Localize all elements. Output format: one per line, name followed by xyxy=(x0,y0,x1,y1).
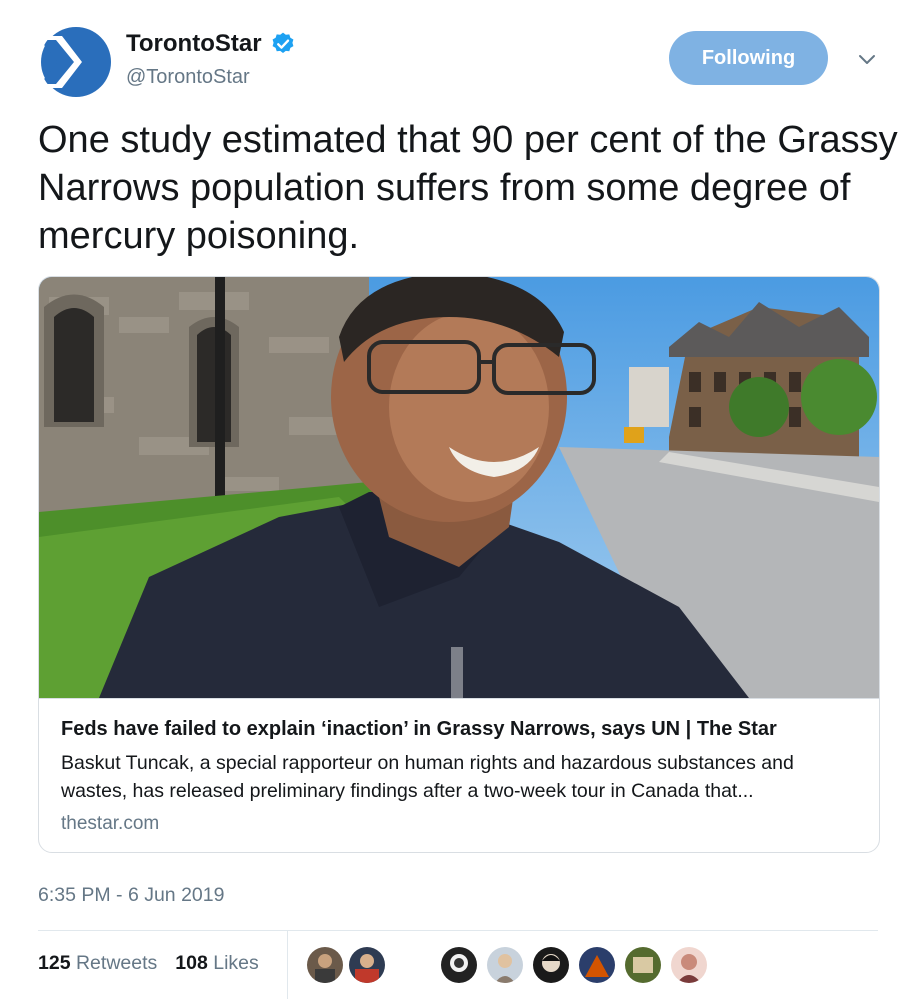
retweets-label: Retweets xyxy=(75,952,158,974)
liker-avatar[interactable] xyxy=(348,946,386,984)
card-image xyxy=(39,277,879,698)
stats-divider xyxy=(287,931,288,999)
display-name[interactable]: TorontoStar xyxy=(126,30,262,58)
card-domain: thestar.com xyxy=(61,813,160,834)
tweet-text: One study estimated that 90 per cent of … xyxy=(38,119,898,257)
liker-avatars xyxy=(306,946,708,984)
liker-avatar[interactable] xyxy=(670,946,708,984)
likes-count: 108 xyxy=(175,952,208,974)
link-card[interactable]: Feds have failed to explain ‘inaction’ i… xyxy=(38,276,880,853)
liker-avatar[interactable] xyxy=(578,946,616,984)
tweet-timestamp[interactable]: 6:35 PM - 6 Jun 2019 xyxy=(38,884,224,907)
chevron-down-icon[interactable] xyxy=(854,48,880,70)
account-handle[interactable]: @TorontoStar xyxy=(126,66,250,89)
verified-badge-icon xyxy=(270,31,296,57)
retweets-stat[interactable]: 125 Retweets xyxy=(38,952,157,975)
card-title[interactable]: Feds have failed to explain ‘inaction’ i… xyxy=(61,718,777,741)
tweet-stats: 125 Retweets 108 Likes xyxy=(38,952,259,975)
likes-label: Likes xyxy=(213,952,259,974)
following-button[interactable]: Following xyxy=(669,31,828,85)
card-description: Baskut Tuncak, a special rapporteur on h… xyxy=(61,752,794,802)
divider xyxy=(38,930,878,931)
liker-avatar[interactable] xyxy=(440,946,478,984)
toronto-star-logo-icon[interactable] xyxy=(40,26,112,98)
liker-avatar[interactable] xyxy=(486,946,524,984)
retweets-count: 125 xyxy=(38,952,71,974)
likes-stat[interactable]: 108 Likes xyxy=(175,952,259,975)
liker-avatar[interactable] xyxy=(306,946,344,984)
liker-avatar[interactable] xyxy=(532,946,570,984)
liker-avatar[interactable] xyxy=(624,946,662,984)
